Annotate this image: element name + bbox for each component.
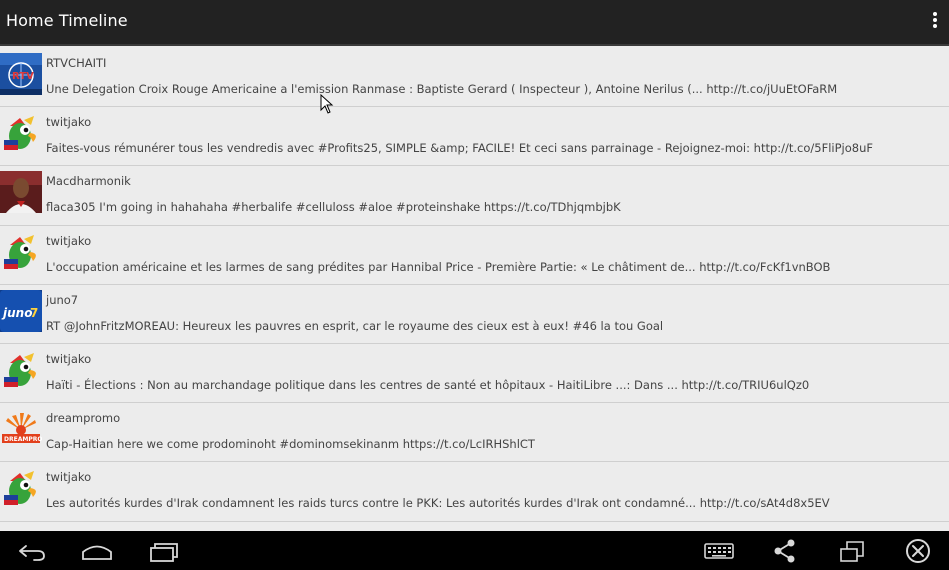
tweet-text: L'occupation américaine et les larmes de… [46, 259, 831, 274]
page-title: Home Timeline [6, 11, 128, 30]
tweet-text: RT @JohnFritzMOREAU: Heureux les pauvres… [46, 318, 664, 333]
back-icon[interactable] [14, 537, 48, 565]
tweet-author[interactable]: twitjako [46, 352, 91, 366]
svg-text:RTV: RTV [12, 71, 34, 82]
system-navigation-bar [0, 531, 949, 570]
man-photo-avatar-icon[interactable] [0, 171, 42, 214]
overflow-menu-icon[interactable] [931, 12, 939, 34]
tweet-item[interactable]: twitjako Les autorités kurdes d'Irak con… [0, 462, 949, 522]
screen-rotate-icon[interactable] [838, 537, 866, 565]
tweet-author[interactable]: dreampromo [46, 411, 120, 425]
parrot-avatar-icon[interactable] [0, 467, 42, 510]
tweet-item[interactable]: twitjako L'occupation américaine et les … [0, 226, 949, 285]
parrot-avatar-icon[interactable] [0, 230, 42, 273]
tweet-text: Haïti - Élections : Non au marchandage p… [46, 377, 810, 392]
app-window: Home Timeline RTV RTVCHAITI Une Delegati… [0, 0, 949, 570]
tweet-text: Les autorités kurdes d'Irak condamnent l… [46, 496, 830, 511]
svg-text:7: 7 [30, 306, 38, 320]
tweet-author[interactable]: twitjako [46, 234, 91, 248]
juno7-logo-icon[interactable]: juno 7 [0, 289, 42, 332]
close-circle-icon[interactable] [904, 537, 932, 565]
svg-text:juno: juno [1, 306, 32, 320]
rtvc-logo-icon[interactable]: RTV [0, 53, 42, 95]
parrot-avatar-icon[interactable] [0, 348, 42, 391]
tweet-item[interactable]: twitjako [0, 522, 949, 531]
tweet-item[interactable]: Macdharmonik flaca305 I'm going in hahah… [0, 166, 949, 226]
tweet-item[interactable]: twitjako Haïti - Élections : Non au marc… [0, 344, 949, 404]
home-icon[interactable] [80, 537, 114, 565]
tweet-author[interactable]: Macdharmonik [46, 174, 131, 188]
tweet-item[interactable]: DREAMPROMO dreampromo Cap-Haitian here w… [0, 403, 949, 463]
tweet-author[interactable]: twitjako [46, 470, 91, 484]
svg-text:DREAMPROMO: DREAMPROMO [4, 436, 42, 443]
tweet-author[interactable]: RTVCHAITI [46, 56, 106, 70]
tweet-text: Une Delegation Croix Rouge Americaine a … [46, 82, 838, 96]
tweet-text: Faites-vous rémunérer tous les vendredis… [46, 141, 873, 156]
action-bar: Home Timeline [0, 0, 949, 46]
recent-apps-icon[interactable] [147, 537, 181, 565]
tweet-item[interactable]: twitjako Faites-vous rémunérer tous les … [0, 107, 949, 167]
share-icon[interactable] [772, 537, 798, 565]
tweet-item[interactable]: juno 7 juno7 RT @JohnFritzMOREAU: Heureu… [0, 285, 949, 344]
dream-promo-logo-icon[interactable]: DREAMPROMO [0, 408, 42, 451]
parrot-avatar-icon[interactable] [0, 112, 42, 155]
keyboard-icon[interactable] [703, 537, 735, 565]
tweet-text: flaca305 I'm going in hahahaha #herbalif… [46, 200, 621, 215]
timeline-list[interactable]: RTV RTVCHAITI Une Delegation Croix Rouge… [0, 48, 949, 531]
tweet-author[interactable]: twitjako [46, 115, 91, 129]
tweet-item[interactable]: RTV RTVCHAITI Une Delegation Croix Rouge… [0, 48, 949, 108]
tweet-author[interactable]: juno7 [46, 293, 78, 307]
tweet-text: Cap-Haitian here we come prodominoht #do… [46, 437, 535, 452]
